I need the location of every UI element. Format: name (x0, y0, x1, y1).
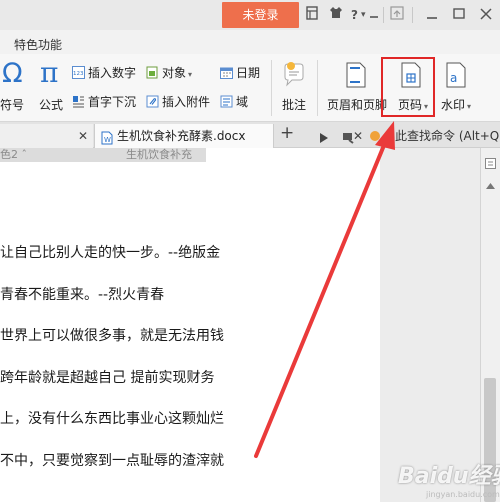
wps-writer-window: 未登录 ? ▾ 特色功能 Ω 符号 π 公式 123 插入数字 首字下沉 对象 … (0, 0, 500, 502)
watermark-brand: Baidu经验 (398, 464, 500, 489)
annotation-arrow (254, 121, 395, 458)
watermark-url: jingyan.baidu.com (426, 490, 500, 499)
baidu-watermark: Baidu经验 jingyan.baidu.com (380, 450, 500, 500)
